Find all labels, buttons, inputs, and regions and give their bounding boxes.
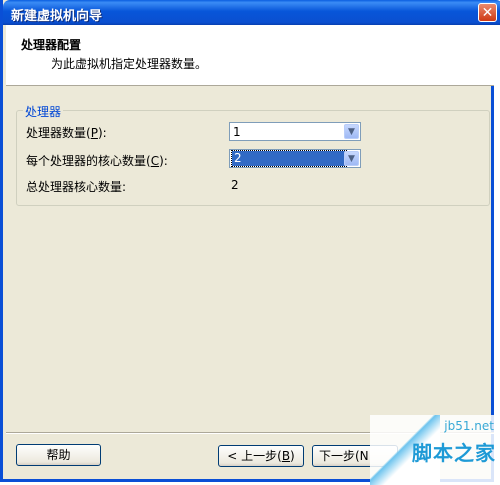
cores-per-processor-select[interactable]: 2 ▼ <box>229 149 361 168</box>
processor-count-select[interactable]: 1 ▼ <box>229 122 361 141</box>
processor-count-label: 处理器数量(P): <box>26 126 107 140</box>
wizard-header: 处理器配置 为此虚拟机指定处理器数量。 <box>6 25 494 86</box>
watermark-brand: 脚本之家 <box>412 441 496 465</box>
total-cores-value: 2 <box>231 178 239 192</box>
wizard-window: 新建虚拟机向导 ✕ 处理器配置 为此虚拟机指定处理器数量。 处理器 处理器数量(… <box>0 0 500 482</box>
group-legend: 处理器 <box>23 103 64 120</box>
processor-count-value: 1 <box>233 125 241 139</box>
cores-per-processor-value: 2 <box>231 150 347 167</box>
title-bar: 新建虚拟机向导 ✕ <box>3 0 500 25</box>
total-cores-label: 总处理器核心数量: <box>26 180 127 194</box>
chevron-down-icon[interactable]: ▼ <box>344 124 359 139</box>
help-button[interactable]: 帮助 <box>16 444 101 466</box>
watermark-url: jb51.net <box>444 419 494 433</box>
close-icon[interactable]: ✕ <box>478 3 497 22</box>
chevron-down-icon[interactable]: ▼ <box>344 151 359 166</box>
window-title: 新建虚拟机向导 <box>11 9 103 24</box>
page-title: 处理器配置 <box>21 38 82 52</box>
site-watermark: jb51.net 脚本之家 <box>370 415 500 485</box>
back-button[interactable]: < 上一步(B) <box>218 445 304 467</box>
cores-per-processor-label: 每个处理器的核心数量(C): <box>26 154 168 168</box>
page-subtitle: 为此虚拟机指定处理器数量。 <box>51 57 208 71</box>
